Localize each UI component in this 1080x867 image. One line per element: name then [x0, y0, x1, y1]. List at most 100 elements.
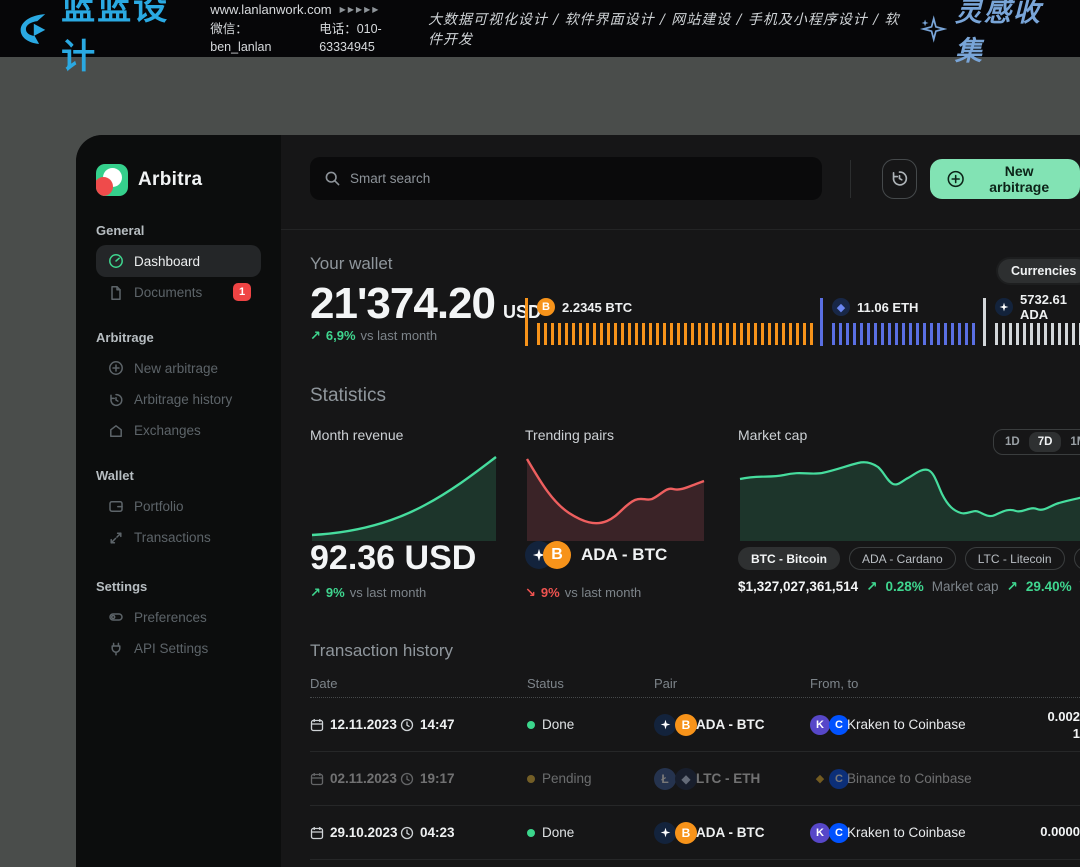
tx-pair: ADA - BTC — [696, 698, 765, 751]
tx-time: 04:23 — [420, 806, 455, 859]
tx-amount — [950, 752, 1080, 805]
table-row[interactable]: 12.11.2023 14:47 Done B ADA - BTC K C — [310, 698, 1080, 752]
pair-icons: B — [654, 806, 697, 859]
range-toggle: 1D 7D 1M — [993, 429, 1080, 455]
up-arrow-icon: ↗ — [310, 328, 321, 344]
trending-pairs-chart — [525, 453, 706, 541]
tx-amount-line1: 0.002 — [1047, 709, 1080, 724]
arbitra-app: Arbitra General Dashboard Documents 1 Ar… — [76, 135, 1080, 867]
kraken-icon: K — [810, 715, 830, 735]
ada-amount: 5732.61 ADA — [1020, 292, 1080, 322]
sidebar-section-general: General — [96, 223, 261, 241]
col-date: Date — [310, 676, 337, 691]
table-row[interactable]: 02.11.2023 19:17 Pending Ł ◆ LTC - ETH ◆… — [310, 752, 1080, 806]
topbar-divider — [850, 160, 851, 198]
document-icon — [108, 285, 124, 301]
wallet-icon — [108, 498, 124, 514]
btc-bars — [537, 323, 817, 345]
sidebar-item-label: Exchanges — [134, 423, 201, 438]
calendar-icon — [310, 752, 324, 805]
tx-route: Kraken to Coinbase — [847, 698, 966, 751]
sidebar-item-api-settings[interactable]: API Settings — [96, 633, 261, 664]
ada-coin-icon — [995, 298, 1013, 316]
pair-icons: Ł ◆ — [654, 752, 697, 805]
sidebar-item-new-arbitrage[interactable]: New arbitrage — [96, 352, 261, 384]
wallet-title: Your wallet — [310, 254, 393, 274]
banner-services: 大数据可视化设计 / 软件界面设计 / 网站建设 / 手机及小程序设计 / 软件… — [428, 9, 907, 49]
asset-ada: 5732.61 ADA — [983, 298, 1080, 346]
tag-eth-ethereum[interactable]: ETH - Ethereum — [1074, 547, 1080, 570]
history-icon — [108, 392, 124, 408]
month-revenue-value: 92.36 USD — [310, 539, 476, 578]
tx-amount-line1: 0.0000 — [1040, 824, 1080, 839]
market-cap-label: Market cap — [738, 427, 807, 443]
inspiration-collect: 灵感收集 — [919, 0, 1062, 68]
history-button[interactable] — [882, 159, 917, 199]
tag-ada-cardano[interactable]: ADA - Cardano — [849, 547, 956, 570]
table-row[interactable]: 29.10.2023 04:23 Done B ADA - BTC K C — [310, 806, 1080, 860]
btc-coin-icon: B — [675, 822, 697, 844]
main-content: New arbitrage Your wallet Currencies Exc… — [281, 135, 1080, 867]
lanlan-logo: 蓝蓝设计 — [18, 0, 194, 78]
range-1m[interactable]: 1M — [1061, 432, 1080, 452]
gauge-icon — [108, 253, 124, 269]
sidebar-item-transactions[interactable]: Transactions — [96, 522, 261, 553]
route-icons: K C — [810, 698, 849, 751]
plus-circle-icon — [946, 169, 965, 189]
ada-bars — [995, 323, 1080, 345]
search-input[interactable] — [310, 157, 822, 200]
tag-ltc-litecoin[interactable]: LTC - Litecoin — [965, 547, 1065, 570]
month-revenue-delta: ↗ 9% vs last month — [310, 585, 426, 601]
status-label: Done — [542, 717, 574, 732]
sidebar-item-label: Documents — [134, 285, 202, 300]
down-arrow-icon: ↘ — [525, 585, 536, 601]
month-revenue-delta-value: 9% — [326, 585, 345, 600]
sidebar-item-label: Portfolio — [134, 499, 184, 514]
sidebar-item-portfolio[interactable]: Portfolio — [96, 490, 261, 522]
sidebar-item-exchanges[interactable]: Exchanges — [96, 415, 261, 446]
sidebar-item-preferences[interactable]: Preferences — [96, 601, 261, 633]
tx-route: Kraken to Coinbase — [847, 806, 966, 859]
btc-coin-icon: B — [543, 541, 571, 569]
topbar: New arbitrage — [310, 157, 1080, 200]
sidebar-section-wallet: Wallet — [96, 468, 261, 486]
ada-coin-icon — [654, 822, 676, 844]
up-arrow-icon: ↗ — [310, 585, 321, 601]
range-1d[interactable]: 1D — [996, 432, 1029, 452]
route-icons: K C — [810, 806, 849, 859]
month-revenue-delta-suffix: vs last month — [350, 585, 427, 600]
tag-btc-bitcoin[interactable]: BTC - Bitcoin — [738, 547, 840, 570]
btc-coin-icon: B — [537, 298, 555, 316]
sidebar-item-documents[interactable]: Documents 1 — [96, 277, 261, 308]
tx-status: Done — [527, 698, 574, 751]
wallet-delta: ↗ 6,9% vs last month — [310, 328, 437, 344]
trending-delta-value: 9% — [541, 585, 560, 600]
new-arbitrage-button[interactable]: New arbitrage — [930, 159, 1080, 199]
volume-delta-value: 29.40% — [1026, 579, 1072, 594]
col-pair: Pair — [654, 676, 677, 691]
kraken-icon: K — [810, 823, 830, 843]
range-7d[interactable]: 7D — [1029, 432, 1062, 452]
coinbase-icon: C — [829, 715, 849, 735]
eth-bars — [832, 323, 978, 345]
status-dot — [527, 829, 535, 837]
status-dot — [527, 721, 535, 729]
arbitra-logo-icon — [96, 164, 128, 196]
clock-icon — [400, 698, 414, 751]
sidebar-item-label: Arbitrage history — [134, 392, 232, 407]
sidebar-item-dashboard[interactable]: Dashboard — [96, 245, 261, 277]
btc-amount: 2.2345 BTC — [562, 300, 632, 315]
up-arrow-icon: ↗ — [1007, 579, 1018, 595]
toggle-currencies[interactable]: Currencies — [998, 259, 1080, 283]
sidebar: Arbitra General Dashboard Documents 1 Ar… — [76, 135, 281, 867]
eth-coin-icon: ◆ — [675, 768, 697, 790]
coinbase-icon: C — [829, 823, 849, 843]
ltc-coin-icon: Ł — [654, 768, 676, 790]
trending-delta-suffix: vs last month — [565, 585, 642, 600]
tx-pair: ADA - BTC — [696, 806, 765, 859]
sidebar-item-arbitrage-history[interactable]: Arbitrage history — [96, 384, 261, 415]
eth-coin-icon: ◆ — [832, 298, 850, 316]
wallet-view-toggle: Currencies Exchanges — [996, 257, 1080, 285]
status-label: Done — [542, 825, 574, 840]
sidebar-item-label: Dashboard — [134, 254, 200, 269]
